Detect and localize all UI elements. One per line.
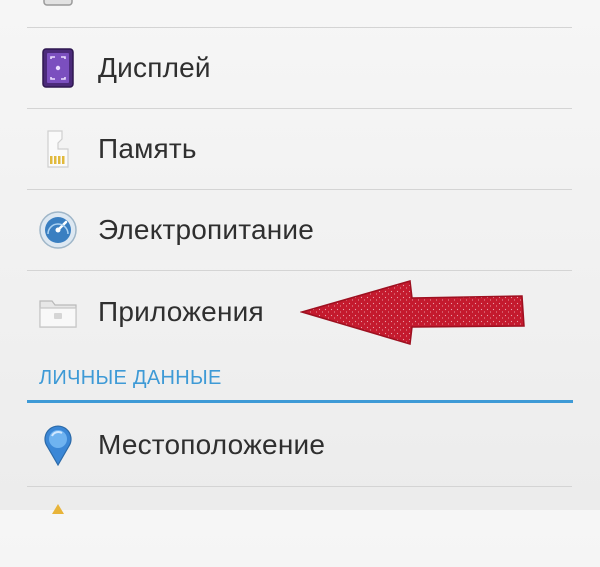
battery-icon [38,209,78,251]
settings-item-location[interactable]: Местоположение [0,405,600,485]
location-icon [38,424,78,467]
sound-icon [38,0,78,9]
settings-list: Дисплей Память Электропитание Приложения… [0,0,600,514]
storage-icon [38,128,78,170]
settings-item-label: Память [98,133,197,164]
settings-item-display[interactable]: Дисплей [0,28,600,108]
settings-item-power[interactable]: Электропитание [0,190,600,270]
security-icon [38,502,78,544]
settings-item-storage[interactable]: Память [0,109,600,189]
settings-item-label: Электропитание [98,214,314,245]
settings-item-sound[interactable] [0,0,600,28]
section-divider [27,400,573,403]
divider [27,270,572,271]
settings-item-label: Приложения [98,296,264,327]
settings-item-security[interactable] [0,487,600,567]
settings-item-label: Дисплей [98,52,211,83]
display-icon [38,47,78,89]
settings-item-label: Местоположение [98,429,326,460]
section-header-personal: ЛИЧНЫЕ ДАННЫЕ [39,367,222,389]
annotation-arrow [300,280,525,345]
apps-folder-icon [38,291,78,333]
